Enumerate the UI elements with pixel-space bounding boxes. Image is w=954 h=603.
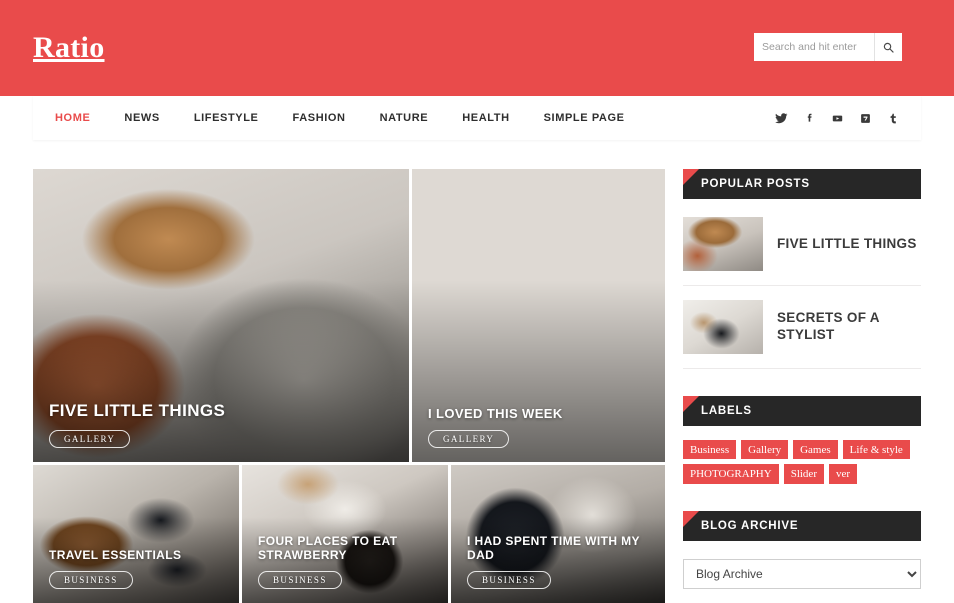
loved-this-week-meta: I LOVED THIS WEEK GALLERY: [428, 406, 651, 448]
travel-essentials-badge: BUSINESS: [49, 571, 133, 589]
featured-row-top: FIVE LITTLE THINGS GALLERY I LOVED THIS …: [33, 169, 665, 462]
label-tag-slider[interactable]: Slider: [783, 464, 824, 484]
labels-header: LABELS: [683, 396, 921, 426]
widget-popular-posts: POPULAR POSTS FIVE LITTLE THINGS SECRETS…: [683, 169, 921, 369]
hero-badge: GALLERY: [49, 430, 131, 448]
popular-posts-title: POPULAR POSTS: [701, 178, 810, 190]
widget-labels: LABELS Business Gallery Games Life & sty…: [683, 396, 921, 484]
popular-post-title: FIVE LITTLE THINGS: [777, 235, 917, 251]
nav-link-simple-page[interactable]: SIMPLE PAGE: [527, 96, 642, 140]
popular-post-item[interactable]: FIVE LITTLE THINGS: [683, 203, 921, 286]
nav-link-health[interactable]: HEALTH: [445, 96, 526, 140]
featured-card-travel-essentials[interactable]: TRAVEL ESSENTIALS BUSINESS: [33, 465, 240, 603]
search-icon: [883, 42, 894, 53]
popular-post-thumbnail: [683, 300, 763, 354]
featured-card-hero[interactable]: FIVE LITTLE THINGS GALLERY: [33, 169, 409, 462]
loved-this-week-title: I LOVED THIS WEEK: [428, 405, 563, 421]
label-tag-business[interactable]: Business: [683, 440, 737, 460]
my-dad-badge: BUSINESS: [467, 571, 551, 589]
nav-item-health: HEALTH: [445, 96, 526, 140]
site-header-banner: Ratio: [0, 0, 954, 96]
search-input[interactable]: [754, 33, 874, 61]
nav-item-news: NEWS: [107, 96, 176, 140]
my-dad-title: I HAD SPENT TIME WITH MY DAD: [467, 533, 640, 562]
featured-card-four-places-to-eat[interactable]: FOUR PLACES TO EAT STRAWBERRY BUSINESS: [242, 465, 449, 603]
label-tag-ver[interactable]: ver: [828, 464, 858, 484]
travel-essentials-title: TRAVEL ESSENTIALS: [49, 547, 182, 562]
label-tag-gallery[interactable]: Gallery: [741, 440, 789, 460]
four-places-title: FOUR PLACES TO EAT STRAWBERRY: [258, 533, 398, 562]
main-navigation: HOME NEWS LIFESTYLE FASHION NATURE HEALT…: [33, 96, 921, 140]
travel-essentials-meta: TRAVEL ESSENTIALS BUSINESS: [49, 548, 225, 589]
nav-item-nature: NATURE: [363, 96, 446, 140]
corner-accent-icon: [683, 396, 699, 412]
featured-row-bottom: TRAVEL ESSENTIALS BUSINESS FOUR PLACES T…: [33, 465, 665, 603]
nav-link-fashion[interactable]: FASHION: [276, 96, 363, 140]
corner-accent-icon: [683, 510, 699, 527]
youtube-icon[interactable]: [830, 111, 845, 126]
nav-item-lifestyle: LIFESTYLE: [177, 96, 276, 140]
featured-posts-grid: FIVE LITTLE THINGS GALLERY I LOVED THIS …: [33, 169, 665, 603]
hero-meta: FIVE LITTLE THINGS GALLERY: [49, 401, 395, 448]
popular-post-title: SECRETS OF A STYLIST: [777, 310, 880, 342]
popular-post-item[interactable]: SECRETS OF A STYLIST: [683, 286, 921, 369]
label-tag-life-and-style[interactable]: Life & style: [842, 440, 910, 460]
four-places-badge: BUSINESS: [258, 571, 342, 589]
nav-link-home[interactable]: HOME: [55, 96, 107, 140]
four-places-meta: FOUR PLACES TO EAT STRAWBERRY BUSINESS: [258, 534, 434, 589]
nav-link-lifestyle[interactable]: LIFESTYLE: [177, 96, 276, 140]
site-logo[interactable]: Ratio: [33, 33, 105, 63]
featured-card-loved-this-week[interactable]: I LOVED THIS WEEK GALLERY: [412, 169, 665, 462]
nav-item-simple-page: SIMPLE PAGE: [527, 96, 642, 140]
my-dad-meta: I HAD SPENT TIME WITH MY DAD BUSINESS: [467, 534, 651, 589]
search-form: [754, 33, 902, 61]
nav-list: HOME NEWS LIFESTYLE FASHION NATURE HEALT…: [55, 96, 642, 140]
content-columns: FIVE LITTLE THINGS GALLERY I LOVED THIS …: [33, 169, 921, 603]
nav-item-home: HOME: [55, 96, 107, 140]
hero-title: FIVE LITTLE THINGS: [49, 400, 226, 420]
labels-cloud: Business Gallery Games Life & style PHOT…: [683, 426, 921, 484]
label-tag-games[interactable]: Games: [793, 440, 838, 460]
page-body: FIVE LITTLE THINGS GALLERY I LOVED THIS …: [33, 169, 921, 603]
twitter-icon[interactable]: [774, 111, 789, 126]
tumblr-icon[interactable]: [886, 111, 901, 126]
loved-this-week-badge: GALLERY: [428, 430, 510, 448]
nav-item-fashion: FASHION: [276, 96, 363, 140]
popular-posts-list: FIVE LITTLE THINGS SECRETS OF A STYLIST: [683, 199, 921, 369]
facebook-icon[interactable]: [802, 111, 817, 126]
sidebar: POPULAR POSTS FIVE LITTLE THINGS SECRETS…: [683, 169, 921, 589]
popular-post-thumbnail: [683, 217, 763, 271]
blog-archive-title: BLOG ARCHIVE: [701, 519, 799, 532]
corner-accent-icon: [683, 169, 699, 185]
blog-archive-body: Blog Archive: [683, 541, 921, 589]
featured-card-time-with-my-dad[interactable]: I HAD SPENT TIME WITH MY DAD BUSINESS: [451, 465, 665, 603]
blog-archive-header: BLOG ARCHIVE: [683, 510, 921, 541]
label-tag-photography[interactable]: PHOTOGRAPHY: [683, 464, 779, 484]
search-submit-button[interactable]: [874, 33, 902, 61]
nav-link-nature[interactable]: NATURE: [363, 96, 446, 140]
vimeo-icon[interactable]: [858, 111, 873, 126]
popular-posts-header: POPULAR POSTS: [683, 169, 921, 199]
blog-archive-select[interactable]: Blog Archive: [683, 558, 921, 589]
social-links: [774, 111, 901, 126]
labels-title: LABELS: [701, 405, 752, 417]
widget-blog-archive: BLOG ARCHIVE Blog Archive: [683, 510, 921, 589]
nav-link-news[interactable]: NEWS: [107, 96, 176, 140]
